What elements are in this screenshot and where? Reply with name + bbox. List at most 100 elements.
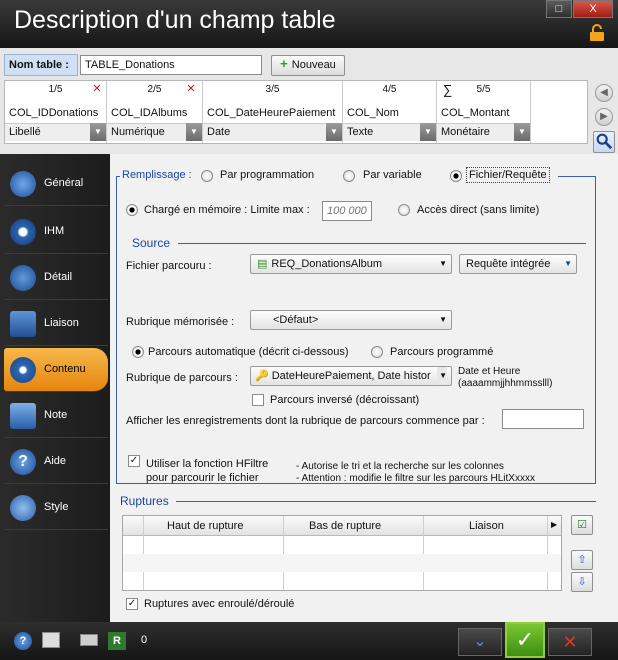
browse-key-select[interactable]: 🔑 DateHeurePaiement, Date histor ▼ — [250, 366, 452, 386]
column-name: COL_Montant — [441, 107, 510, 119]
chevron-down-icon[interactable]: ▼ — [514, 123, 530, 141]
previous-icon[interactable]: ◀ — [595, 84, 613, 102]
reverse-label[interactable]: Parcours inversé (décroissant) — [270, 394, 419, 406]
breaks-header-link[interactable]: Liaison — [469, 520, 504, 532]
counter-value: 0 — [141, 634, 148, 646]
breaks-edit-button[interactable]: ☑ — [571, 515, 593, 535]
chevron-down-icon[interactable]: ▼ — [186, 123, 202, 141]
window-icon — [10, 311, 36, 337]
help-icon[interactable]: ? — [14, 632, 32, 650]
sidebar-item-liaison[interactable]: Liaison — [4, 302, 108, 346]
sidebar-item-general[interactable]: Général — [4, 162, 108, 206]
prog-browse-radio[interactable] — [371, 346, 383, 358]
chevron-down-icon: ▼ — [437, 367, 447, 385]
next-icon[interactable]: ▶ — [595, 108, 613, 126]
fill-file-radio[interactable] — [450, 170, 462, 182]
direct-access-label[interactable]: Accès direct (sans limite) — [417, 204, 539, 216]
table-row[interactable] — [123, 554, 561, 572]
sidebar-item-note[interactable]: Note — [4, 394, 108, 438]
sum-icon: ∑ — [443, 82, 453, 97]
chevron-right-icon[interactable]: ▶ — [551, 520, 557, 529]
fill-variable-label[interactable]: Par variable — [363, 169, 422, 181]
chevron-icon — [10, 265, 36, 291]
hfilter-label-2[interactable]: pour parcourir le fichier — [146, 472, 259, 484]
memory-loaded-radio[interactable] — [126, 204, 138, 216]
chevron-down-icon[interactable]: ▼ — [90, 123, 106, 141]
sidebar-item-ihm[interactable]: IHM — [4, 210, 108, 254]
fill-variable-radio[interactable] — [343, 170, 355, 182]
column-number: 4/5 — [382, 84, 397, 95]
report-icon[interactable]: R — [108, 632, 126, 650]
direct-access-radio[interactable] — [398, 204, 410, 216]
breaks-rollup-checkbox[interactable]: ✓ — [126, 598, 138, 610]
hfilter-checkbox[interactable]: ✓ — [128, 455, 140, 467]
divider — [176, 501, 596, 502]
breaks-header-bottom[interactable]: Bas de rupture — [309, 520, 381, 532]
columns-grid[interactable]: 1/5 COL_IDDonations Libellé ▼ ✕ 2/5 COL_… — [4, 80, 588, 144]
browse-key-value: DateHeurePaiement, Date histor — [271, 370, 431, 382]
column-type[interactable]: Date — [203, 123, 342, 141]
arrow-down-icon: ⇩ — [577, 576, 587, 588]
query-button[interactable]: Requête intégrée ▼ — [459, 254, 577, 274]
note-icon — [10, 403, 36, 429]
memory-max-input[interactable] — [322, 201, 372, 221]
memorized-select[interactable]: <Défaut> ▼ — [250, 310, 452, 330]
table-name-label: Nom table : — [4, 54, 78, 76]
move-down-button[interactable]: ⇩ — [571, 572, 593, 592]
column-name: COL_IDAlbums — [111, 107, 188, 119]
chevron-down-icon[interactable]: ▼ — [326, 123, 342, 141]
sidebar-item-detail[interactable]: Détail — [4, 256, 108, 300]
breaks-table[interactable]: Haut de rupture Bas de rupture Liaison ▶ — [122, 515, 562, 591]
breaks-header-top[interactable]: Haut de rupture — [167, 520, 243, 532]
memory-loaded-label[interactable]: Chargé en mémoire : Limite max : — [144, 204, 310, 216]
chevron-down-icon[interactable]: ▼ — [420, 123, 436, 141]
divider — [116, 176, 120, 177]
table-icon: ▤ — [257, 258, 268, 270]
auto-browse-label[interactable]: Parcours automatique (décrit ci-dessous) — [148, 346, 349, 358]
cancel-button[interactable]: ✕ — [548, 628, 592, 656]
help-icon: ? — [10, 449, 36, 475]
fill-programming-label[interactable]: Par programmation — [220, 169, 314, 181]
close-button[interactable]: X — [573, 0, 613, 18]
reverse-checkbox[interactable] — [252, 394, 264, 406]
maximize-button[interactable]: □ — [546, 0, 572, 18]
hfilter-label-1[interactable]: Utiliser la fonction HFiltre — [146, 458, 268, 470]
delete-icon[interactable]: ✕ — [185, 83, 197, 95]
start-filter-label: Afficher les enregistrements dont la rub… — [126, 415, 485, 427]
new-button[interactable]: + Nouveau — [271, 55, 345, 76]
column-5[interactable]: 5/5 ∑ COL_Montant Monétaire ▼ — [437, 81, 531, 143]
chevron-down-icon: ▼ — [439, 315, 447, 324]
sidebar-item-label: Liaison — [44, 317, 79, 329]
checklist-icon: ☑ — [577, 519, 587, 531]
browsed-file-value: REQ_DonationsAlbum — [271, 258, 383, 270]
fill-file-label[interactable]: Fichier/Requête — [466, 167, 550, 183]
sidebar-item-contenu[interactable]: Contenu — [4, 348, 108, 392]
chevron-down-icon[interactable]: ⌄ — [458, 628, 502, 656]
delete-icon[interactable]: ✕ — [91, 83, 103, 95]
column-1[interactable]: 1/5 COL_IDDonations Libellé ▼ ✕ — [5, 81, 107, 143]
search-button[interactable] — [593, 131, 615, 153]
sidebar-item-style[interactable]: Style — [4, 486, 108, 530]
key-icon: 🔑 — [255, 370, 269, 382]
column-3[interactable]: 3/5 COL_DateHeurePaiement Date ▼ — [203, 81, 343, 143]
start-filter-input[interactable] — [502, 409, 584, 429]
sidebar-item-label: Style — [44, 501, 69, 513]
mail-icon[interactable] — [80, 634, 98, 646]
fill-programming-radio[interactable] — [201, 170, 213, 182]
validate-button[interactable]: ✓ — [505, 622, 545, 658]
auto-browse-radio[interactable] — [132, 346, 144, 358]
column-4[interactable]: 4/5 COL_Nom Texte ▼ — [343, 81, 437, 143]
breaks-rollup-label[interactable]: Ruptures avec enroulé/déroulé — [144, 598, 294, 610]
move-up-button[interactable]: ⇧ — [571, 550, 593, 570]
lock-icon[interactable] — [588, 24, 606, 42]
hfilter-note-1: - Autorise le tri et la recherche sur le… — [296, 461, 504, 472]
divider — [423, 516, 424, 590]
sidebar-item-aide[interactable]: ? Aide — [4, 440, 108, 484]
prog-browse-label[interactable]: Parcours programmé — [390, 346, 493, 358]
column-2[interactable]: 2/5 COL_IDAlbums Numérique ▼ ✕ — [107, 81, 203, 143]
sidebar-item-label: Note — [44, 409, 68, 421]
screenshot-icon[interactable] — [42, 632, 60, 648]
table-name-input[interactable]: TABLE_Donations — [80, 55, 262, 75]
bottom-bar: ? R 0 ⌄ ✓ ✕ — [0, 622, 618, 660]
browsed-file-select[interactable]: ▤ REQ_DonationsAlbum ▼ — [250, 254, 452, 274]
